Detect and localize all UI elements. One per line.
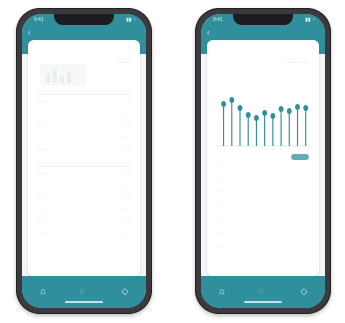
detail-row: ·· ·· ··· bbox=[38, 184, 130, 192]
chart-point bbox=[253, 115, 259, 121]
logo-bar bbox=[53, 70, 57, 83]
logo bbox=[40, 64, 86, 86]
detail-row: ······ ·· ····· bbox=[38, 124, 130, 132]
detail-key: ···· bbox=[38, 136, 43, 140]
detail-value: ·· ·· bbox=[124, 100, 130, 104]
detail-key: ·· bbox=[38, 184, 41, 188]
chart-point bbox=[237, 105, 243, 111]
detail-row: ··· ···· ········ bbox=[38, 208, 130, 216]
home-indicator bbox=[65, 301, 103, 303]
divider bbox=[38, 166, 130, 167]
menu-item[interactable]: ······ bbox=[217, 190, 224, 198]
chevron-left-icon[interactable]: ‹ bbox=[207, 28, 210, 37]
menu-item[interactable]: ···· bbox=[217, 176, 222, 184]
detail-value: ·· ··· bbox=[123, 184, 130, 188]
divider bbox=[38, 94, 130, 95]
equalizer-card: ·········· ······· ······ ···· ······ ··… bbox=[207, 40, 319, 276]
detail-row: ······ ··· ·· bbox=[38, 232, 130, 240]
phone-right: 9:41 ▮▮ ◔ ‹ ·········· ······· ······ ··… bbox=[195, 8, 331, 314]
detail-row: ········ ····· bbox=[38, 172, 130, 180]
detail-value: ········· bbox=[119, 136, 130, 140]
notch bbox=[233, 14, 293, 25]
chart-point bbox=[303, 105, 309, 111]
phone-left: 9:41 ▮▮ ◔ ‹ ·········· ···· ···· ·· ·· ·… bbox=[16, 8, 152, 314]
home-indicator bbox=[244, 301, 282, 303]
home-icon[interactable]: ⌂ bbox=[38, 286, 48, 296]
detail-value: ·· ···· bbox=[121, 148, 130, 152]
page-title: ·········· ······· bbox=[285, 60, 309, 65]
detail-key: ··· ···· bbox=[38, 208, 48, 212]
bell-icon[interactable]: ◇ bbox=[120, 286, 130, 296]
detail-row: ······ ··· ·· ···· bbox=[38, 148, 130, 156]
chart-point bbox=[270, 113, 276, 119]
chart-point bbox=[286, 108, 292, 114]
chart-point bbox=[262, 110, 268, 116]
detail-row: ······ ····· bbox=[38, 196, 130, 204]
details-card: ·········· ···· ···· ·· ·· ···· ····· ··… bbox=[28, 40, 140, 276]
compass-icon[interactable]: ◌ bbox=[256, 286, 266, 296]
detail-key: ····· bbox=[38, 220, 44, 224]
menu-item[interactable]: ····· bbox=[217, 218, 223, 226]
detail-key: ······ bbox=[38, 196, 46, 200]
detail-row: ···· ········· bbox=[38, 136, 130, 144]
detail-value: ········ bbox=[120, 208, 130, 212]
chart-point bbox=[245, 112, 251, 118]
detail-value: ·· ····· bbox=[120, 220, 130, 224]
detail-key: ···· bbox=[38, 112, 43, 116]
tab-bar: ⌂ ◌ ◇ bbox=[22, 276, 146, 308]
detail-value: ··· ·· bbox=[123, 232, 130, 236]
menu-item[interactable]: ····· bbox=[217, 246, 223, 254]
chart-point bbox=[229, 97, 235, 103]
detail-key: ········ bbox=[38, 172, 48, 176]
status-time: 9:41 bbox=[213, 17, 223, 23]
phone-right-screen: 9:41 ▮▮ ◔ ‹ ·········· ······· ······ ··… bbox=[201, 14, 325, 308]
detail-value: ····· bbox=[124, 196, 130, 200]
logo-bar bbox=[67, 72, 71, 83]
status-icons: ▮▮ ◔ bbox=[305, 17, 315, 23]
notch bbox=[54, 14, 114, 25]
detail-value: ····· bbox=[124, 172, 130, 176]
compass-icon[interactable]: ◌ bbox=[77, 286, 87, 296]
chart-toggle[interactable] bbox=[291, 154, 309, 160]
chart-point bbox=[295, 104, 300, 110]
menu-item[interactable]: ······ bbox=[217, 232, 224, 240]
detail-row: ···· ···· ·· ·· bbox=[38, 100, 130, 108]
chevron-left-icon[interactable]: ‹ bbox=[28, 28, 31, 37]
detail-key: ······ ··· bbox=[38, 148, 50, 152]
chart-point bbox=[278, 106, 284, 112]
tab-bar: ⌂ ◌ ◇ bbox=[201, 276, 325, 308]
detail-value: ·· ····· bbox=[120, 124, 130, 128]
logo-bar bbox=[46, 74, 50, 83]
menu-item[interactable]: ······ bbox=[217, 162, 224, 170]
detail-value: ····· bbox=[124, 112, 130, 116]
detail-key: ···· ···· bbox=[38, 100, 49, 104]
menu-item[interactable]: ···· bbox=[217, 204, 222, 212]
lollipop-chart-svg bbox=[217, 97, 309, 147]
chart-point bbox=[221, 101, 227, 107]
status-icons: ▮▮ ◔ bbox=[126, 17, 136, 23]
status-time: 9:41 bbox=[34, 17, 44, 23]
lollipop-chart bbox=[217, 82, 309, 152]
page-title: ·········· bbox=[116, 60, 130, 65]
detail-row: ····· ·· ····· bbox=[38, 220, 130, 228]
detail-key: ······ bbox=[38, 124, 46, 128]
detail-row: ···· ····· bbox=[38, 112, 130, 120]
logo-bar bbox=[60, 76, 64, 83]
phone-left-screen: 9:41 ▮▮ ◔ ‹ ·········· ···· ···· ·· ·· ·… bbox=[22, 14, 146, 308]
bell-icon[interactable]: ◇ bbox=[299, 286, 309, 296]
home-icon[interactable]: ⌂ bbox=[217, 286, 227, 296]
detail-key: ······ bbox=[38, 232, 46, 236]
